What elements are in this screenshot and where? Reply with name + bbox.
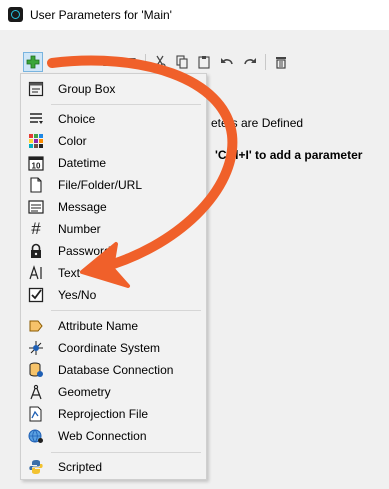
menu-item-web-connection[interactable]: Web Connection: [22, 425, 206, 447]
app-icon: [8, 7, 23, 22]
calendar-day-text: 10: [32, 162, 41, 171]
menu-item-number[interactable]: # Number: [22, 218, 206, 240]
hash-icon: #: [31, 219, 41, 238]
undo-button[interactable]: [218, 53, 236, 71]
message-icon: [28, 199, 44, 215]
menu-separator: [51, 452, 201, 453]
menu-item-label: Attribute Name: [58, 319, 139, 333]
menu-item-text[interactable]: Text: [22, 262, 206, 284]
compass-icon: [28, 384, 44, 400]
menu-separator: [51, 310, 201, 311]
menu-item-password[interactable]: Password: [22, 240, 206, 262]
move-bottom-button[interactable]: [122, 53, 140, 71]
delete-icon: [276, 57, 286, 69]
reprojection-file-icon: [28, 406, 44, 422]
lock-icon: [28, 243, 44, 259]
menu-item-database-connection[interactable]: Database Connection: [22, 359, 206, 381]
menu-item-message[interactable]: Message: [22, 196, 206, 218]
title-bar: User Parameters for 'Main': [0, 0, 389, 30]
copy-icon: [176, 55, 188, 69]
menu-item-color[interactable]: Color: [22, 130, 206, 152]
redo-icon: [244, 58, 256, 65]
add-parameter-button[interactable]: [23, 52, 43, 72]
window-title: User Parameters for 'Main': [30, 8, 172, 22]
menu-item-label: Message: [58, 200, 107, 214]
menu-item-label: Choice: [58, 112, 96, 126]
move-up-icon: [61, 59, 69, 64]
paste-icon: [198, 56, 210, 69]
python-icon: [28, 459, 44, 475]
choice-icon: [28, 111, 44, 127]
menu-item-label: Color: [58, 134, 87, 148]
attribute-tag-icon: [28, 318, 44, 334]
menu-item-group-box[interactable]: Group Box: [22, 78, 206, 100]
move-top-button[interactable]: [99, 53, 117, 71]
menu-item-geometry[interactable]: Geometry: [22, 381, 206, 403]
menu-item-label: Coordinate System: [58, 341, 161, 355]
menu-item-reprojection-file[interactable]: Reprojection File: [22, 403, 206, 425]
cut-icon: [154, 55, 166, 69]
menu-item-label: Yes/No: [58, 288, 97, 302]
menu-item-label: Web Connection: [58, 429, 147, 443]
menu-item-label: Database Connection: [58, 363, 174, 377]
menu-item-label: Group Box: [58, 82, 116, 96]
menu-item-scripted[interactable]: Scripted: [22, 456, 206, 478]
menu-item-file[interactable]: File/Folder/URL: [22, 174, 206, 196]
redo-button[interactable]: [241, 53, 259, 71]
toolbar: [0, 50, 389, 74]
menu-item-yesno[interactable]: Yes/No: [22, 284, 206, 306]
delete-button[interactable]: [272, 53, 290, 71]
move-up-button[interactable]: [56, 53, 74, 71]
menu-item-label: Text: [58, 266, 81, 280]
empty-state-message: eters are Defined: [211, 116, 304, 130]
undo-icon: [221, 58, 233, 65]
text-cursor-icon: [28, 265, 44, 281]
file-icon: [28, 177, 44, 193]
menu-item-label: Datetime: [58, 156, 107, 170]
menu-item-label: File/Folder/URL: [58, 178, 143, 192]
menu-item-label: Scripted: [58, 460, 103, 474]
menu-item-label: Geometry: [58, 385, 111, 399]
menu-item-label: Number: [58, 222, 101, 236]
menu-item-label: Password: [58, 244, 111, 258]
menu-item-choice[interactable]: Choice: [22, 108, 206, 130]
paste-button[interactable]: [195, 53, 213, 71]
copy-button[interactable]: [173, 53, 191, 71]
empty-state-hint: 'Ctrl+I' to add a parameter: [215, 148, 363, 162]
move-bottom-icon: [126, 58, 136, 67]
color-palette-icon: [28, 133, 44, 149]
group-box-icon: [28, 81, 44, 97]
toolbar-separator: [145, 54, 146, 70]
menu-item-coordinate-system[interactable]: Coordinate System: [22, 337, 206, 359]
toolbar-separator: [265, 54, 266, 70]
calendar-icon: 10: [28, 155, 44, 171]
menu-item-label: Reprojection File: [58, 407, 149, 421]
add-icon: [26, 55, 40, 69]
cut-button[interactable]: [151, 53, 169, 71]
checkbox-checked-icon: [28, 287, 44, 303]
add-parameter-menu: Group Box Choice Color 10 Datetime File/…: [20, 73, 207, 480]
database-icon: [28, 362, 44, 378]
menu-item-datetime[interactable]: 10 Datetime: [22, 152, 206, 174]
move-down-button[interactable]: [78, 53, 96, 71]
move-down-icon: [84, 59, 90, 65]
globe-icon: [28, 428, 44, 444]
coordinate-axes-icon: [28, 340, 44, 356]
menu-item-attribute-name[interactable]: Attribute Name: [22, 315, 206, 337]
move-top-icon: [103, 57, 113, 66]
menu-separator: [51, 104, 201, 105]
